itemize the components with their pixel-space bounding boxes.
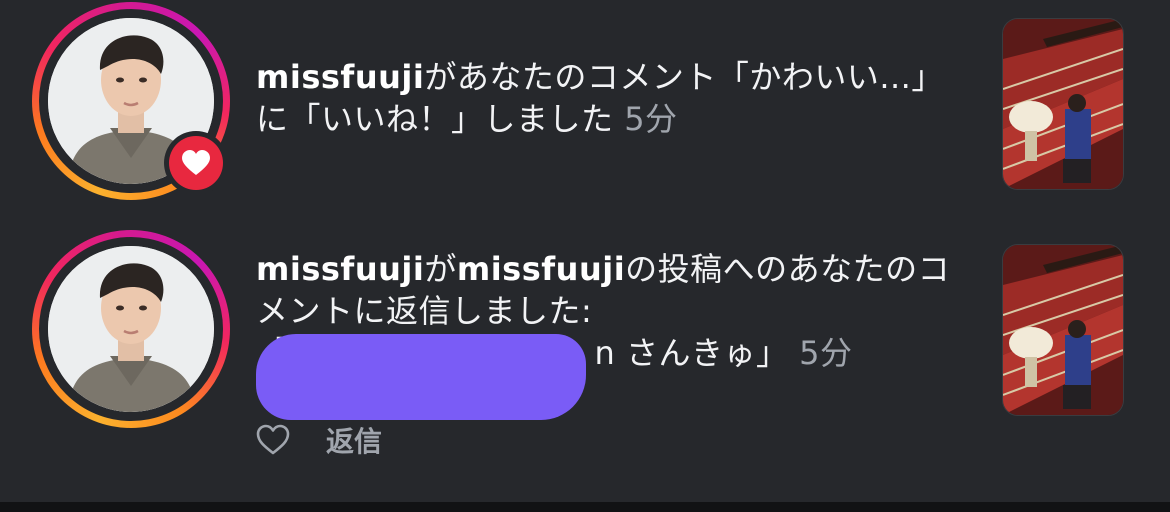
bottom-bar xyxy=(0,502,1170,512)
heart-outline-icon[interactable] xyxy=(256,424,290,456)
notification-like[interactable]: missfuujiがあなたのコメント「かわいい...」に「いいね！」しました 5… xyxy=(0,0,1170,230)
post-thumbnail[interactable] xyxy=(1002,18,1124,190)
reply-actions: 返信 xyxy=(256,420,382,460)
like-badge xyxy=(164,131,228,195)
timestamp: 5分 xyxy=(799,334,853,372)
heart-icon xyxy=(182,150,210,175)
username-link[interactable]: missfuuji xyxy=(256,250,424,288)
reply-button[interactable]: 返信 xyxy=(326,420,382,460)
username-link[interactable]: missfuuji xyxy=(256,58,424,96)
timestamp: 5分 xyxy=(624,100,678,138)
notification-text: missfuujiがあなたのコメント「かわいい...」に「いいね！」しました 5… xyxy=(256,56,976,140)
avatar[interactable] xyxy=(48,246,214,412)
reply-quote: n さんきゅ」 xyxy=(594,334,789,372)
text-fragment: が xyxy=(424,250,457,288)
post-thumbnail[interactable] xyxy=(1002,244,1124,416)
redaction-mark xyxy=(256,334,586,420)
story-ring[interactable] xyxy=(32,230,230,428)
username-link-2[interactable]: missfuuji xyxy=(457,250,625,288)
